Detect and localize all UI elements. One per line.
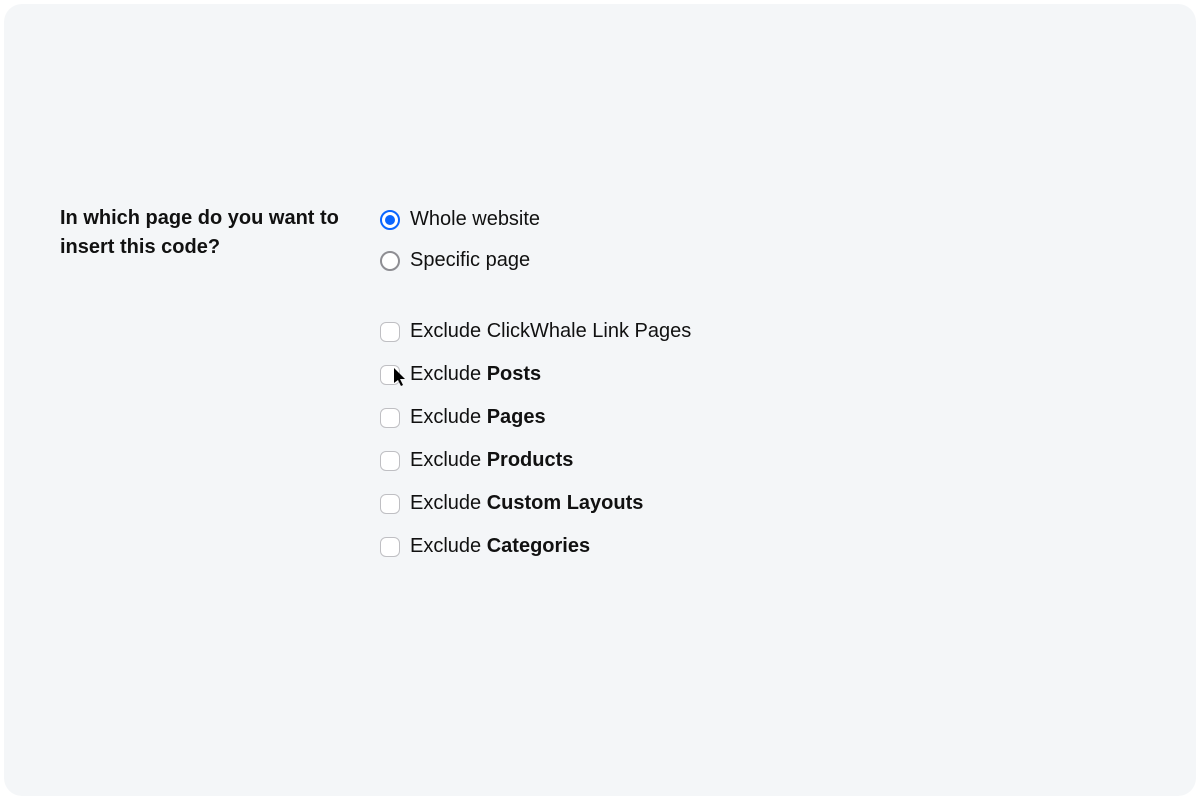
checkbox-label: Exclude ClickWhale Link Pages (410, 320, 691, 343)
checkbox-exclude-posts[interactable]: Exclude Posts (380, 363, 1140, 386)
checkbox-icon (380, 408, 400, 428)
checkbox-exclude-pages[interactable]: Exclude Pages (380, 406, 1140, 429)
checkbox-exclude-categories[interactable]: Exclude Categories (380, 535, 1140, 558)
radio-icon (380, 210, 400, 230)
form-row: In which page do you want to insert this… (60, 204, 1140, 558)
exclude-checkbox-group: Exclude ClickWhale Link Pages Exclude Po… (380, 320, 1140, 558)
settings-panel: In which page do you want to insert this… (4, 4, 1196, 796)
radio-option-specific-page[interactable]: Specific page (380, 249, 1140, 272)
checkbox-label: Exclude Categories (410, 535, 590, 558)
checkbox-icon (380, 494, 400, 514)
checkbox-icon (380, 537, 400, 557)
question-label: In which page do you want to insert this… (60, 204, 340, 262)
checkbox-label: Exclude Custom Layouts (410, 492, 643, 515)
options-column: Whole website Specific page Exclude Clic… (380, 204, 1140, 558)
checkbox-icon (380, 322, 400, 342)
checkbox-icon (380, 451, 400, 471)
checkbox-icon (380, 365, 400, 385)
radio-label: Specific page (410, 249, 530, 272)
checkbox-exclude-custom-layouts[interactable]: Exclude Custom Layouts (380, 492, 1140, 515)
radio-dot-icon (385, 215, 395, 225)
checkbox-label: Exclude Pages (410, 406, 546, 429)
radio-icon (380, 251, 400, 271)
page-scope-radio-group: Whole website Specific page (380, 208, 1140, 272)
checkbox-label: Exclude Products (410, 449, 573, 472)
checkbox-exclude-clickwhale-link-pages[interactable]: Exclude ClickWhale Link Pages (380, 320, 1140, 343)
checkbox-exclude-products[interactable]: Exclude Products (380, 449, 1140, 472)
radio-option-whole-website[interactable]: Whole website (380, 208, 1140, 231)
checkbox-label: Exclude Posts (410, 363, 541, 386)
radio-label: Whole website (410, 208, 540, 231)
